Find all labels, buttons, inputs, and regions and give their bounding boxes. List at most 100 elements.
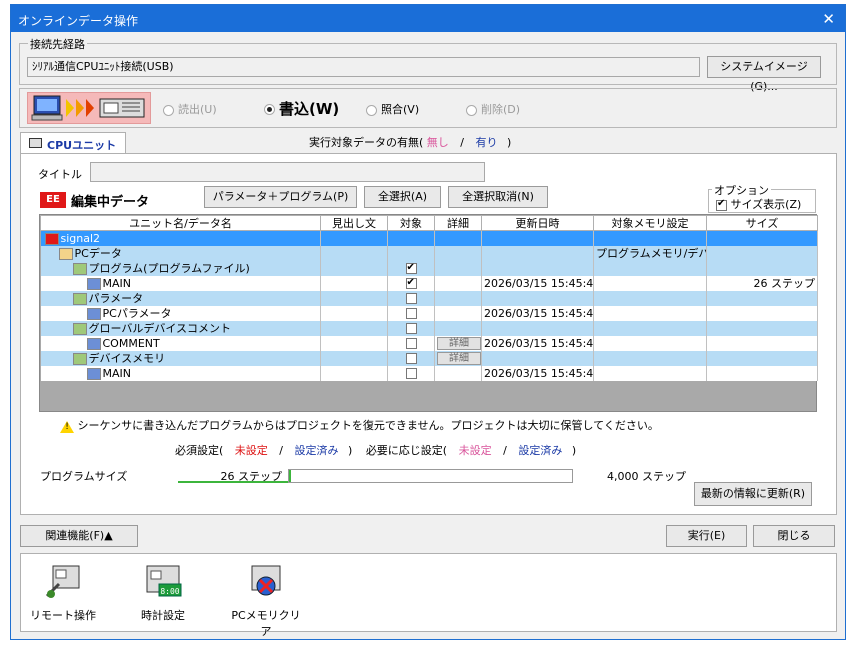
target-memory-cell [593, 230, 707, 246]
close-icon[interactable]: ✕ [822, 10, 835, 28]
size-cell [706, 335, 818, 351]
table-row[interactable]: COMMENT 詳細 2026/03/15 15:45:43 [40, 335, 818, 351]
warning-icon: ! [60, 421, 74, 433]
exec-target-exists: 有り [475, 136, 498, 149]
remote-operation-icon [45, 565, 80, 598]
param-program-button[interactable]: パラメータ＋プログラム(P) [204, 186, 357, 208]
select-all-button[interactable]: 全選択(A) [364, 186, 441, 208]
tree-cell: グローバルデバイスコメント [40, 320, 321, 336]
tree-node-label: グローバルデバイスコメント [88, 321, 232, 335]
table-row[interactable]: MAIN 2026/03/15 15:45:44 [40, 365, 818, 381]
column-header[interactable]: 更新日時 [481, 215, 594, 231]
svg-text:8:00: 8:00 [160, 587, 179, 596]
remote-operation-shortcut[interactable]: リモート操作 [28, 562, 98, 628]
heading-cell [320, 290, 388, 306]
target-memory-cell [593, 275, 707, 291]
delete-radio[interactable]: 削除(D) [466, 101, 520, 117]
target-memory-cell: プログラムメモリ/デバ... [593, 245, 707, 261]
heading-cell [320, 350, 388, 366]
verify-radio[interactable]: 照合(V) [366, 101, 419, 117]
column-header[interactable]: サイズ [706, 215, 818, 231]
column-header[interactable]: 見出し文 [320, 215, 388, 231]
size-cell [706, 230, 818, 246]
tree-node-label: PCパラメータ [102, 306, 172, 320]
target-checkbox[interactable] [405, 368, 417, 379]
tree-node-icon [44, 232, 59, 245]
target-checkbox[interactable] [405, 261, 417, 274]
target-memory-cell [593, 320, 707, 336]
online-data-operation-window: オンラインデータ操作 ✕ 接続先経路 ｼﾘｱﾙ通信CPUﾕﾆｯﾄ接続(USB) … [10, 4, 846, 640]
table-row[interactable]: signal2 [40, 230, 818, 246]
legend-slash-2: / [503, 444, 507, 457]
target-checkbox[interactable] [405, 276, 417, 289]
data-table: ユニット名/データ名 見出し文 対象 詳細 更新日時 対象メモリ設定 サイズ signal2… [40, 215, 818, 381]
column-header[interactable]: 対象 [387, 215, 435, 231]
size-display-checkbox[interactable]: サイズ表示(Z) [716, 196, 801, 212]
title-field[interactable] [90, 162, 485, 182]
updated-date-cell [481, 290, 594, 306]
connection-path-field: ｼﾘｱﾙ通信CPUﾕﾆｯﾄ接続(USB) [27, 57, 700, 77]
related-functions-button[interactable]: 関連機能(F)▲ [20, 525, 138, 547]
close-button[interactable]: 閉じる [753, 525, 835, 547]
target-cell [387, 320, 435, 336]
detail-button[interactable]: 詳細 [437, 352, 481, 365]
delete-radio-label: 削除(D) [481, 103, 521, 116]
column-header[interactable]: 詳細 [434, 215, 482, 231]
column-header[interactable]: 対象メモリ設定 [593, 215, 707, 231]
target-memory-cell [593, 365, 707, 381]
target-cell [387, 260, 435, 276]
tab-cpu-unit[interactable]: CPUユニット [20, 132, 126, 154]
read-radio[interactable]: 読出(U) [163, 101, 217, 117]
warning-text: シーケンサに書き込んだプログラムからはプロジェクトを復元できません。プロジェクト… [77, 419, 659, 432]
deselect-all-button[interactable]: 全選択取消(N) [448, 186, 548, 208]
updated-date-cell [481, 350, 594, 366]
size-cell [706, 365, 818, 381]
target-checkbox[interactable] [405, 353, 417, 364]
exec-target-suffix: ) [507, 136, 512, 149]
tree-node-label: signal2 [60, 231, 101, 245]
table-row[interactable]: PCパラメータ 2026/03/15 15:45:41 [40, 305, 818, 321]
pc-to-plc-icon [31, 95, 145, 121]
target-cell [387, 245, 435, 261]
table-row[interactable]: MAIN 2026/03/15 15:45:43 26 ステップ [40, 275, 818, 291]
target-checkbox[interactable] [405, 293, 417, 304]
table-row[interactable]: PCデータ プログラムメモリ/デバ... [40, 245, 818, 261]
system-image-button[interactable]: システムイメージ(G)... [707, 56, 821, 93]
tree-node-label: MAIN [102, 366, 132, 380]
editing-data-heading: 編集中データ [71, 195, 150, 210]
target-cell [387, 335, 435, 351]
heading-cell [320, 230, 388, 246]
column-header[interactable]: ユニット名/データ名 [40, 215, 321, 231]
table-row[interactable]: デバイスメモリ 詳細 [40, 350, 818, 366]
target-checkbox[interactable] [405, 308, 417, 319]
clock-setting-shortcut[interactable]: 8:00 時計設定 [128, 562, 198, 628]
target-memory-cell [593, 350, 707, 366]
tree-cell: パラメータ [40, 290, 321, 306]
target-checkbox[interactable] [405, 323, 417, 334]
write-radio-label: 書込(W) [279, 100, 340, 118]
write-radio[interactable]: 書込(W) [264, 98, 339, 119]
table-row[interactable]: パラメータ [40, 290, 818, 306]
pc-memory-clear-icon [251, 565, 281, 596]
execute-button[interactable]: 実行(E) [666, 525, 747, 547]
tree-node-label: デバイスメモリ [88, 351, 166, 365]
related-functions-panel: リモート操作 8:00 時計設定 PCメモリクリア [20, 553, 837, 638]
size-cell [706, 290, 818, 306]
target-cell [387, 290, 435, 306]
target-checkbox[interactable] [405, 338, 417, 349]
table-row[interactable]: プログラム(プログラムファイル) [40, 260, 818, 276]
detail-button[interactable]: 詳細 [437, 337, 481, 350]
pc-memory-clear-shortcut[interactable]: PCメモリクリア [226, 562, 306, 638]
cpu-unit-icon [29, 138, 42, 148]
heading-cell [320, 365, 388, 381]
target-memory-cell [593, 260, 707, 276]
tree-node-label: COMMENT [102, 336, 160, 350]
tree-cell: MAIN [40, 365, 321, 381]
program-size-used: 26 ステップ [220, 470, 283, 483]
legend-close-2: ) [571, 444, 577, 457]
tree-cell: PCパラメータ [40, 305, 321, 321]
table-row[interactable]: グローバルデバイスコメント [40, 320, 818, 336]
refresh-button[interactable]: 最新の情報に更新(R) [694, 482, 812, 506]
warning-message: ! シーケンサに書き込んだプログラムからはプロジェクトを復元できません。プロジェ… [60, 417, 659, 433]
tree-node-icon [86, 337, 101, 350]
